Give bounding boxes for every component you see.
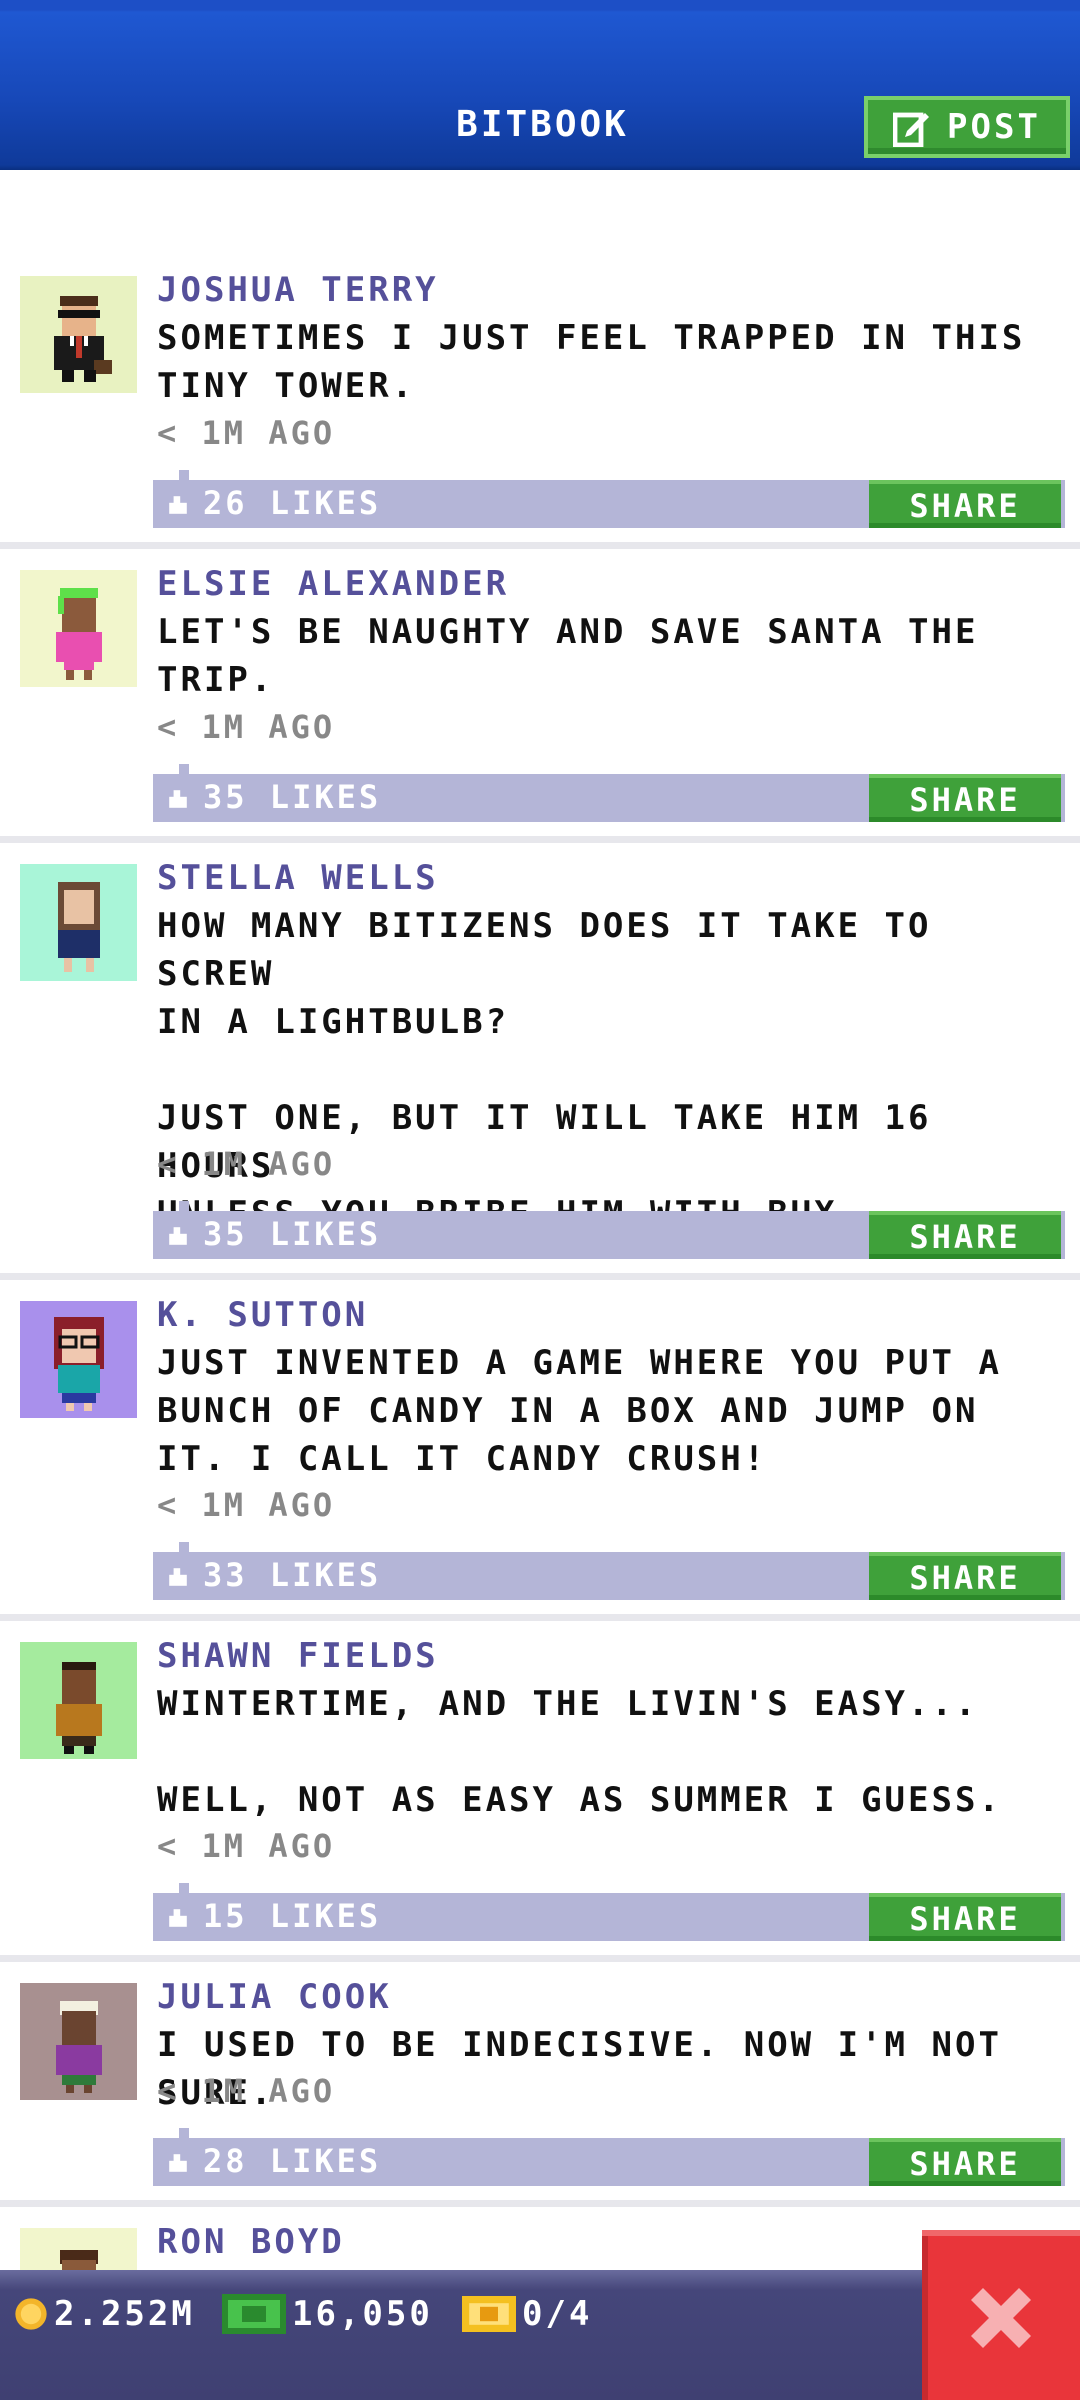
- close-button[interactable]: [922, 2230, 1080, 2400]
- divider: [0, 1614, 1080, 1621]
- post-time: < 1M AGO: [157, 2072, 336, 2110]
- post-message: LET'S BE NAUGHTY AND SAVE SANTA THE TRIP…: [157, 612, 979, 700]
- post-message: WINTERTIME, AND THE LIVIN'S EASY... WELL…: [157, 1684, 1002, 1820]
- post-time: < 1M AGO: [157, 1145, 336, 1183]
- post-author[interactable]: JOSHUA TERRY: [157, 270, 439, 310]
- likes-count: 33 LIKES: [203, 1556, 382, 1594]
- post-author[interactable]: STELLA WELLS: [157, 858, 439, 898]
- divider: [0, 2200, 1080, 2207]
- status-bar: 2.252M 16,050 0/4: [0, 2270, 1080, 2400]
- share-button[interactable]: SHARE: [869, 774, 1061, 822]
- coins-value: 2.252M: [54, 2294, 195, 2334]
- post-label: POST: [947, 107, 1041, 147]
- thumb-up-icon: [169, 790, 187, 808]
- thumb-up-icon: [169, 1227, 187, 1245]
- share-button[interactable]: SHARE: [869, 1552, 1061, 1600]
- avatar: [20, 864, 137, 981]
- thumb-up-icon: [169, 1568, 187, 1586]
- post-author[interactable]: RON BOYD: [157, 2222, 345, 2262]
- thumb-up-icon: [169, 2154, 187, 2172]
- tickets-stat: 0/4: [462, 2294, 592, 2334]
- likes-bar[interactable]: 33 LIKES SHARE: [153, 1542, 1065, 1600]
- ticket-icon: [462, 2296, 516, 2332]
- avatar: [20, 2228, 137, 2270]
- bux-stat: 16,050: [222, 2294, 433, 2334]
- news-feed[interactable]: JOSHUA TERRY SOMETIMES I JUST FEEL TRAPP…: [0, 170, 1080, 2270]
- thumb-up-icon: [169, 1909, 187, 1927]
- avatar: [20, 1301, 137, 1418]
- avatar: [20, 1983, 137, 2100]
- coins-stat: 2.252M: [14, 2294, 195, 2334]
- post-author[interactable]: SHAWN FIELDS: [157, 1636, 439, 1676]
- tickets-value: 0/4: [522, 2294, 593, 2334]
- likes-count: 35 LIKES: [203, 778, 382, 816]
- app-header: BITBOOK POST: [0, 0, 1080, 170]
- likes-count: 26 LIKES: [203, 484, 382, 522]
- bux-icon: [222, 2294, 286, 2334]
- likes-bar[interactable]: 28 LIKES SHARE: [153, 2128, 1065, 2186]
- post-author[interactable]: K. SUTTON: [157, 1295, 368, 1335]
- share-button[interactable]: SHARE: [869, 1893, 1061, 1941]
- post-time: < 1M AGO: [157, 708, 336, 746]
- share-button[interactable]: SHARE: [869, 480, 1061, 528]
- post-author[interactable]: ELSIE ALEXANDER: [157, 564, 509, 604]
- bux-value: 16,050: [292, 2294, 433, 2334]
- post-time: < 1M AGO: [157, 1827, 336, 1865]
- avatar: [20, 1642, 137, 1759]
- share-button[interactable]: SHARE: [869, 1211, 1061, 1259]
- post-message: HOW MANY BITIZENS DOES IT TAKE TO SCREW …: [157, 906, 932, 1234]
- likes-count: 15 LIKES: [203, 1897, 382, 1935]
- post-author[interactable]: JULIA COOK: [157, 1977, 392, 2017]
- likes-bar[interactable]: 15 LIKES SHARE: [153, 1883, 1065, 1941]
- avatar: [20, 276, 137, 393]
- divider: [0, 1955, 1080, 1962]
- share-button[interactable]: SHARE: [869, 2138, 1061, 2186]
- close-icon: [971, 2288, 1031, 2348]
- post-time: < 1M AGO: [157, 1486, 336, 1524]
- divider: [0, 836, 1080, 843]
- likes-count: 35 LIKES: [203, 1215, 382, 1253]
- post-time: < 1M AGO: [157, 414, 336, 452]
- likes-bar[interactable]: 35 LIKES SHARE: [153, 1201, 1065, 1259]
- post-message: JUST INVENTED A GAME WHERE YOU PUT A BUN…: [157, 1343, 1002, 1479]
- likes-bar[interactable]: 35 LIKES SHARE: [153, 764, 1065, 822]
- likes-bar[interactable]: 26 LIKES SHARE: [153, 470, 1065, 528]
- thumb-up-icon: [169, 496, 187, 514]
- edit-icon: [893, 112, 930, 147]
- likes-count: 28 LIKES: [203, 2142, 382, 2180]
- divider: [0, 542, 1080, 549]
- post-message: SOMETIMES I JUST FEEL TRAPPED IN THIS TI…: [157, 318, 1026, 406]
- coin-icon: [15, 2298, 47, 2330]
- divider: [0, 1273, 1080, 1280]
- avatar: [20, 570, 137, 687]
- post-button[interactable]: POST: [864, 96, 1070, 158]
